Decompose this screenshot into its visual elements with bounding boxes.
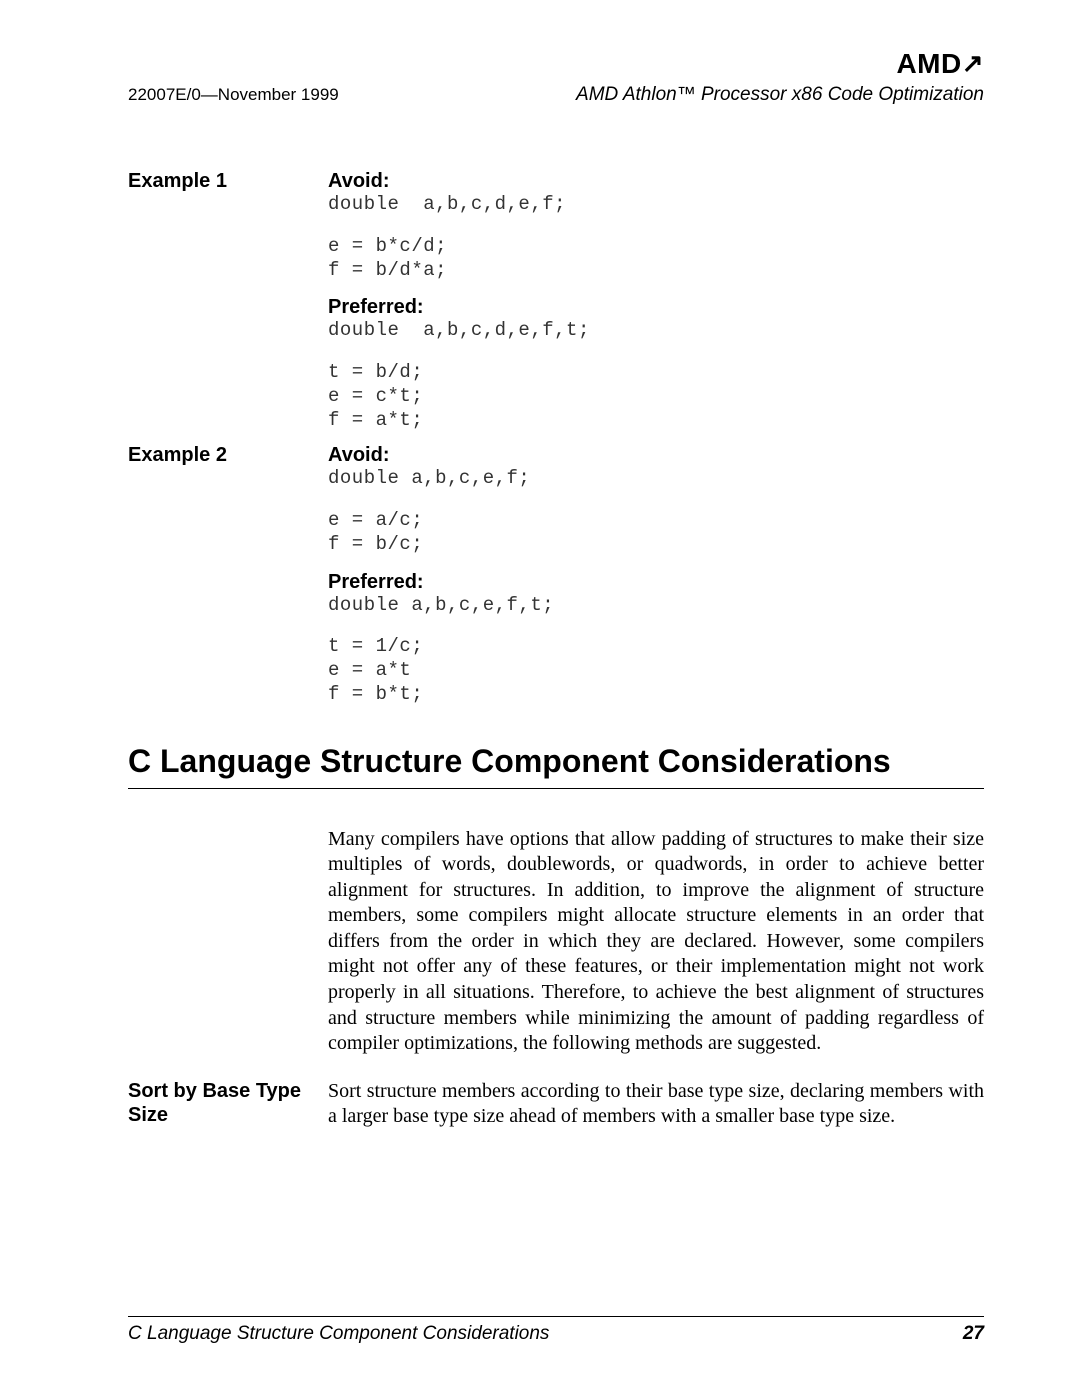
example-1-preferred-heading: Preferred: — [328, 296, 984, 319]
page-footer: C Language Structure Component Considera… — [128, 1316, 984, 1345]
brand-arrow-icon: ↗ — [962, 48, 984, 79]
sort-by-base-type-body: Sort structure members according to thei… — [328, 1079, 984, 1130]
example-2-preferred-decl: double a,b,c,e,f,t; — [328, 594, 984, 618]
example-1-label: Example 1 — [128, 170, 328, 193]
brand-text: AMD — [896, 48, 961, 79]
section-title: C Language Structure Component Considera… — [128, 743, 984, 780]
footer-section-title: C Language Structure Component Considera… — [128, 1323, 549, 1345]
example-1-preferred-decl: double a,b,c,d,e,f,t; — [328, 319, 984, 343]
example-2-avoid-decl: double a,b,c,e,f; — [328, 467, 984, 491]
sort-by-base-type-label: Sort by Base Type Size — [128, 1079, 328, 1127]
example-1-avoid-heading: Avoid: — [328, 170, 984, 193]
document-title: AMD Athlon™ Processor x86 Code Optimizat… — [576, 84, 984, 106]
example-2-block: Example 2 Avoid: double a,b,c,e,f; e = a… — [128, 444, 984, 706]
example-2-preferred-heading: Preferred: — [328, 571, 984, 594]
example-2-avoid-body: e = a/c; f = b/c; — [328, 509, 984, 557]
page-header: 22007E/0—November 1999 AMD Athlon™ Proce… — [128, 84, 984, 106]
example-1-avoid-decl: double a,b,c,d,e,f; — [328, 193, 984, 217]
brand-logo: AMD↗ — [896, 48, 984, 80]
example-1-avoid-body: e = b*c/d; f = b/d*a; — [328, 235, 984, 283]
sort-paragraph-row: Sort by Base Type Size Sort structure me… — [128, 1079, 984, 1130]
example-2-preferred-body: t = 1/c; e = a*t f = b*t; — [328, 635, 984, 706]
section-rule — [128, 788, 984, 789]
intro-paragraph-row: Many compilers have options that allow p… — [128, 827, 984, 1057]
example-2-label: Example 2 — [128, 444, 328, 467]
example-1-block: Example 1 Avoid: double a,b,c,d,e,f; e =… — [128, 170, 984, 432]
example-2-avoid-heading: Avoid: — [328, 444, 984, 467]
footer-page-number: 27 — [963, 1323, 984, 1345]
document-id: 22007E/0—November 1999 — [128, 85, 339, 105]
intro-paragraph: Many compilers have options that allow p… — [328, 827, 984, 1057]
example-1-preferred-body: t = b/d; e = c*t; f = a*t; — [328, 361, 984, 432]
